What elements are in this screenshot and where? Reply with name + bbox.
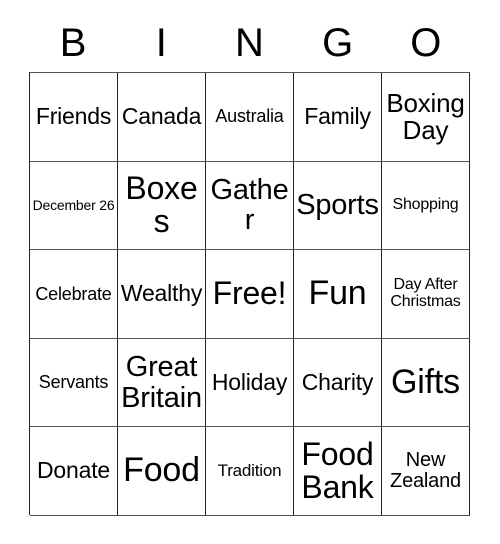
bingo-cell-label: Boxing Day — [386, 87, 465, 145]
bingo-cell[interactable]: Sports — [294, 161, 382, 251]
bingo-row: Friends Canada Australia Family Boxing D… — [30, 73, 470, 162]
bingo-cell[interactable]: Servants — [30, 338, 118, 428]
bingo-cell-label: Wealthy — [120, 280, 203, 307]
bingo-cell[interactable]: December 26 — [30, 161, 118, 251]
header-letter-n: N — [235, 21, 264, 65]
bingo-row: Donate Food Tradition Food Bank New Zeal… — [30, 427, 470, 516]
bingo-cell[interactable]: Boxes — [118, 161, 206, 251]
bingo-cell-label: December 26 — [32, 197, 115, 214]
bingo-cell-free[interactable]: Free! — [206, 250, 294, 339]
bingo-cell[interactable]: Tradition — [206, 427, 294, 516]
bingo-cell-label: Canada — [121, 102, 202, 129]
bingo-cell[interactable]: Celebrate — [30, 250, 118, 339]
bingo-cell-label: Family — [304, 102, 371, 129]
bingo-cell[interactable]: Food Bank — [294, 427, 382, 516]
bingo-cell[interactable]: Day After Christmas — [382, 250, 470, 339]
bingo-row: December 26 Boxes Gather Sports Shopping — [30, 161, 470, 251]
bingo-cell-label: New Zealand — [390, 449, 461, 493]
bingo-cell-label: Servants — [38, 372, 109, 393]
bingo-cell[interactable]: Great Britain — [118, 338, 206, 428]
bingo-cell-label: Friends — [35, 102, 112, 129]
bingo-cell[interactable]: Food — [118, 427, 206, 516]
bingo-cell[interactable]: Family — [294, 73, 382, 162]
bingo-cell[interactable]: Boxing Day — [382, 73, 470, 162]
bingo-cell-label: Food — [123, 451, 200, 490]
bingo-cell[interactable]: Shopping — [382, 161, 470, 251]
header-letter-g: G — [322, 21, 354, 65]
bingo-cell-label: Celebrate — [35, 283, 112, 304]
bingo-cell[interactable]: Wealthy — [118, 250, 206, 339]
bingo-cell-label: Great Britain — [121, 351, 202, 414]
bingo-cell-label: Free! — [212, 275, 287, 312]
bingo-cell-label: Gather — [210, 174, 289, 237]
bingo-cell-label: Tradition — [217, 461, 282, 481]
bingo-cell-label: Australia — [215, 106, 284, 127]
bingo-cell[interactable]: Canada — [118, 73, 206, 162]
bingo-row: Servants Great Britain Holiday Charity G… — [30, 338, 470, 428]
bingo-header: B I N G O — [29, 14, 470, 72]
bingo-cell-label: Shopping — [392, 196, 459, 214]
bingo-cell-label: Fun — [308, 274, 367, 313]
header-letter-o: O — [410, 21, 442, 65]
bingo-cell-label: Boxes — [125, 170, 198, 240]
bingo-cell[interactable]: Australia — [206, 73, 294, 162]
bingo-row: Celebrate Wealthy Free! Fun Day After Ch… — [30, 250, 470, 339]
bingo-cell[interactable]: Holiday — [206, 338, 294, 428]
bingo-cell[interactable]: New Zealand — [382, 427, 470, 516]
bingo-cell-label: Holiday — [211, 368, 288, 395]
bingo-cell-label: Donate — [37, 457, 110, 484]
bingo-cell[interactable]: Friends — [30, 73, 118, 162]
bingo-cell-label: Sports — [296, 189, 379, 222]
bingo-card: B I N G O Friends Canada Australia Famil… — [0, 0, 500, 544]
bingo-cell[interactable]: Gifts — [382, 338, 470, 428]
header-letter-b: B — [59, 21, 87, 65]
header-letter-i: I — [155, 21, 167, 65]
bingo-cell-label: Food Bank — [301, 435, 374, 506]
bingo-cell-label: Charity — [301, 368, 374, 395]
bingo-cell[interactable]: Fun — [294, 250, 382, 339]
bingo-cell[interactable]: Gather — [206, 161, 294, 251]
bingo-cell-label: Gifts — [391, 362, 460, 401]
bingo-grid: Friends Canada Australia Family Boxing D… — [29, 72, 470, 516]
bingo-cell[interactable]: Donate — [30, 427, 118, 516]
bingo-cell[interactable]: Charity — [294, 338, 382, 428]
bingo-cell-label: Day After Christmas — [390, 276, 461, 310]
